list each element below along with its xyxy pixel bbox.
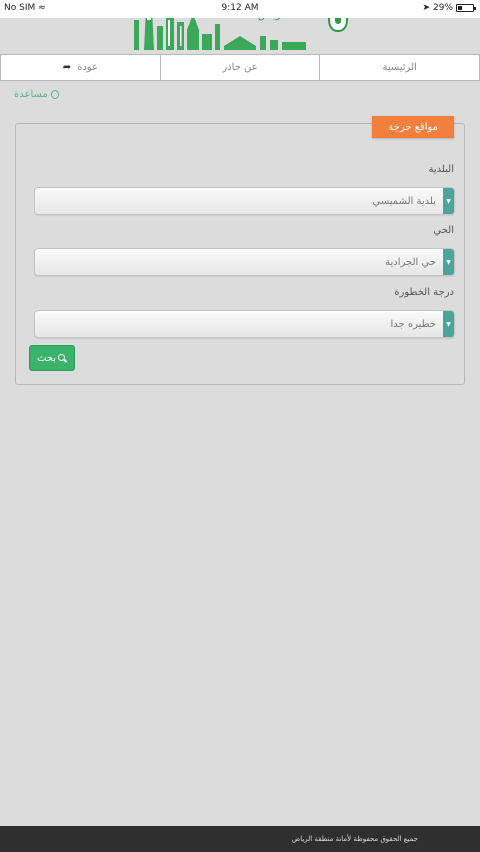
nav-back-label: عودة	[77, 62, 98, 73]
search-button-label: بحث	[36, 352, 57, 364]
district-value: حي الجرادية	[385, 257, 436, 268]
nav-about[interactable]: عن حاذر	[160, 54, 321, 81]
panel-title: مواقع حرجة	[372, 116, 454, 138]
help-icon	[50, 89, 59, 100]
severity-value: خطيره جدا	[390, 319, 436, 330]
share-arrow-icon: ➦	[62, 62, 72, 73]
location-arrow-icon: ➤	[422, 3, 430, 13]
municipality-select[interactable]: بلدية الشميسي ▼	[34, 187, 455, 215]
district-select[interactable]: حي الجرادية ▼	[34, 248, 455, 276]
nav-home[interactable]: الرئيسية	[320, 54, 480, 81]
battery-icon	[456, 4, 476, 12]
severity-label: درجة الخطورة	[394, 287, 454, 298]
footer-copyright: جميع الحقوق محفوظة لأمانة منطقة الرياض	[291, 835, 418, 843]
search-button[interactable]: بحث	[29, 345, 75, 371]
search-icon	[58, 353, 67, 363]
district-label: الحي	[433, 225, 454, 236]
top-nav: ➦ عودة عن حاذر الرئيسية	[0, 54, 480, 81]
status-bar: No SIM ≈ 9:12 AM ➤ 29%	[0, 0, 480, 18]
critical-sites-panel: مواقع حرجة البلدية بلدية الشميسي ▼ الحي …	[15, 116, 465, 385]
nav-about-label: عن حاذر	[222, 62, 258, 73]
dropdown-arrow-icon: ▼	[443, 188, 454, 214]
dropdown-arrow-icon: ▼	[443, 311, 454, 337]
municipality-value: بلدية الشميسي	[372, 196, 436, 207]
dropdown-arrow-icon: ▼	[443, 249, 454, 275]
nav-back[interactable]: ➦ عودة	[0, 54, 161, 81]
severity-select[interactable]: خطيره جدا ▼	[34, 310, 455, 338]
battery-indicator: ➤ 29%	[422, 3, 476, 13]
help-link[interactable]: مساعدة	[14, 89, 59, 100]
nav-home-label: الرئيسية	[382, 62, 417, 73]
municipality-label: البلدية	[428, 164, 454, 175]
status-time: 9:12 AM	[221, 3, 259, 13]
battery-percent: 29%	[432, 3, 453, 13]
footer: جميع الحقوق محفوظة لأمانة منطقة الرياض	[0, 826, 480, 852]
help-link-label: مساعدة	[14, 89, 48, 100]
